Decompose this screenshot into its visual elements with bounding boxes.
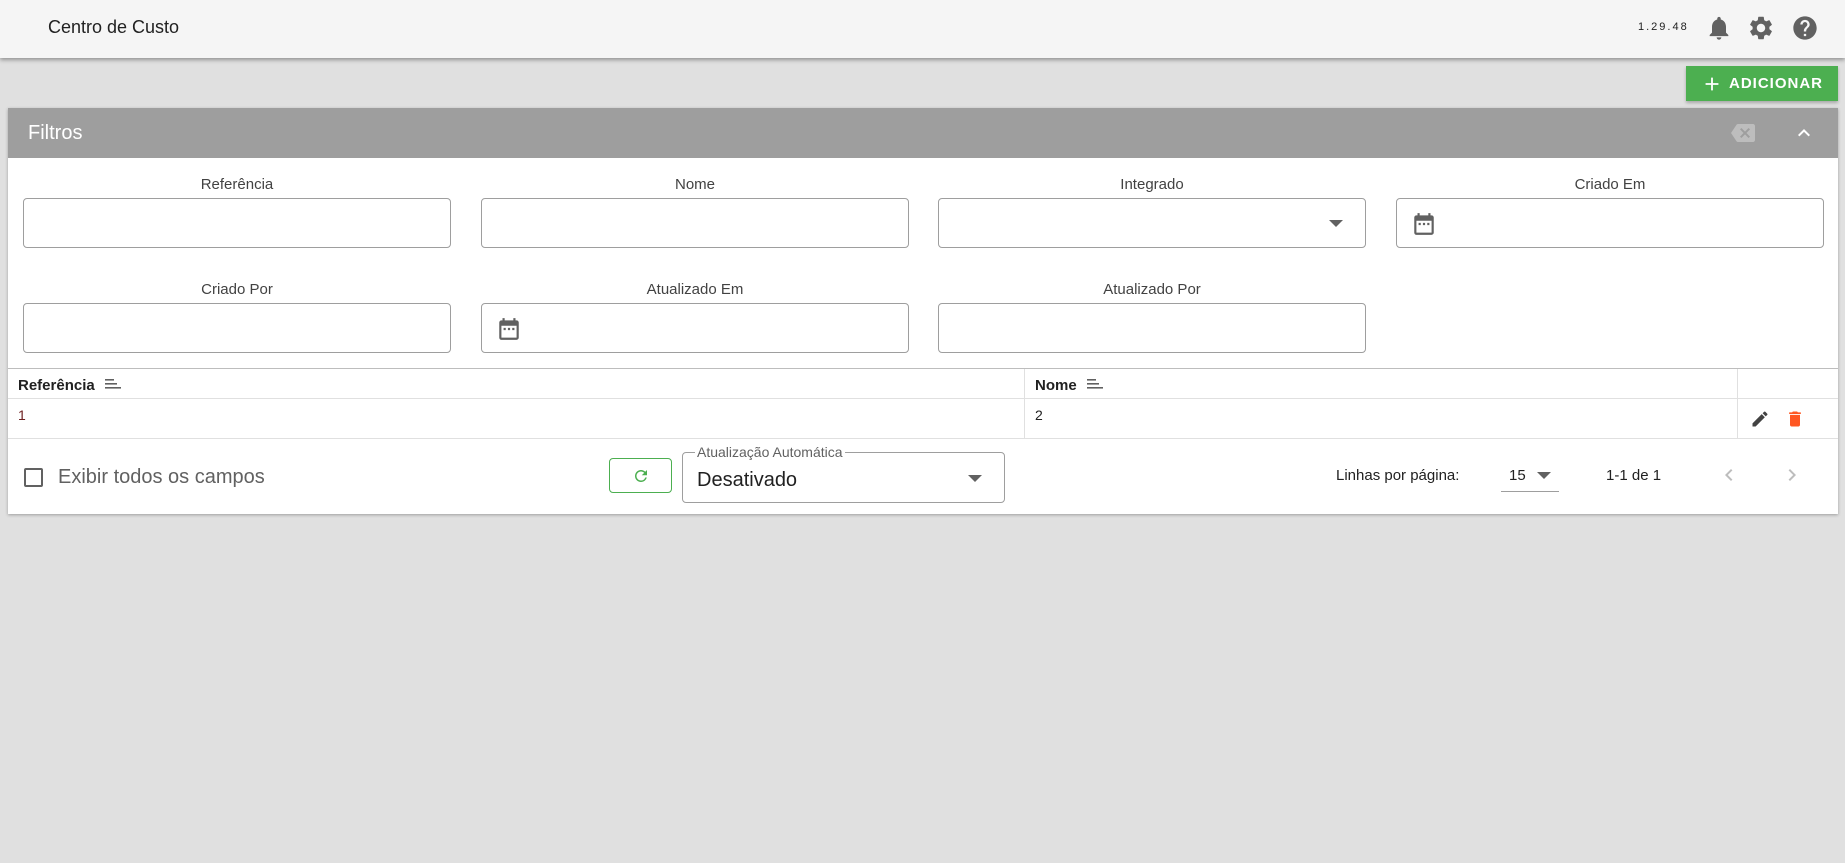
sort-icon[interactable] [1086,377,1103,394]
rows-per-page-label: Linhas por página: [1336,467,1460,484]
delete-icon[interactable] [1785,409,1807,431]
criado-por-field[interactable] [23,303,451,353]
integrado-select[interactable] [938,198,1366,248]
next-page-button[interactable] [1778,461,1806,489]
nome-field[interactable] [481,198,909,248]
top-app-bar: Centro de Custo 1.29.48 [0,0,1845,58]
nome-label: Nome [674,176,715,193]
column-divider [1737,399,1738,439]
atualizado-por-field[interactable] [938,303,1366,353]
refresh-button[interactable] [609,458,672,493]
column-header-label: Nome [1035,377,1077,394]
cell-referencia: 1 [18,407,26,423]
calendar-icon[interactable] [1411,211,1437,237]
refresh-icon [634,469,647,482]
column-header-nome[interactable]: Nome [1035,377,1103,394]
plus-icon [1705,77,1719,90]
chevron-down-icon [1329,220,1343,227]
chevron-down-icon [968,475,982,482]
atualizado-por-label: Atualizado Por [1103,281,1201,298]
add-button[interactable]: ADICIONAR [1686,66,1838,101]
atualizado-em-field[interactable] [481,303,909,353]
criado-em-field[interactable] [1396,198,1824,248]
auto-refresh-value: Desativado [697,469,798,491]
rows-per-page-select[interactable]: 15 [1501,459,1559,492]
gear-icon[interactable] [1746,13,1776,43]
column-header-label: Referência [18,377,95,394]
filters-card: Filtros Referência Nome Integrado Criado… [8,108,1838,514]
rows-per-page-value: 15 [1509,467,1526,484]
cell-nome: 2 [1035,407,1043,423]
column-header-referencia[interactable]: Referência [18,377,121,394]
calendar-icon[interactable] [496,316,522,342]
add-button-label: ADICIONAR [1729,75,1823,92]
chevron-right-icon [1788,469,1796,481]
pagination-info: 1-1 de 1 [1606,467,1662,484]
bell-icon[interactable] [1704,13,1734,43]
atualizado-por-input[interactable] [939,304,1365,352]
integrado-label: Integrado [1120,176,1184,193]
column-divider [1024,369,1025,400]
atualizado-em-label: Atualizado Em [646,281,744,298]
version-label: 1.29.48 [1638,21,1689,33]
filters-header[interactable]: Filtros [8,108,1838,158]
criado-em-label: Criado Em [1574,176,1646,193]
referencia-input[interactable] [24,199,450,247]
show-all-fields-checkbox[interactable] [24,468,43,487]
collapse-chevron-icon[interactable] [1791,120,1817,146]
show-all-fields-label[interactable]: Exibir todos os campos [58,466,265,489]
chevron-down-icon [1537,472,1551,479]
auto-refresh-select[interactable]: Atualização Automática Desativado [682,444,1005,503]
table-header: Referência Nome [8,368,1838,400]
column-divider [1737,369,1738,400]
criado-por-label: Criado Por [201,281,273,298]
prev-page-button[interactable] [1715,461,1743,489]
page-title: Centro de Custo [48,17,180,37]
criado-por-input[interactable] [24,304,450,352]
clear-filters-icon[interactable] [1730,120,1756,146]
chevron-left-icon [1725,469,1733,481]
referencia-label: Referência [200,176,274,193]
filters-title: Filtros [28,122,83,144]
referencia-field[interactable] [23,198,451,248]
column-divider [1024,399,1025,439]
sort-icon[interactable] [104,377,121,394]
auto-refresh-label: Atualização Automática [695,444,845,460]
nome-input[interactable] [482,199,908,247]
table-row[interactable]: 1 2 [8,399,1838,439]
help-icon[interactable] [1790,13,1820,43]
table-footer: Exibir todos os campos Atualização Autom… [8,441,1838,514]
edit-icon[interactable] [1750,409,1772,431]
